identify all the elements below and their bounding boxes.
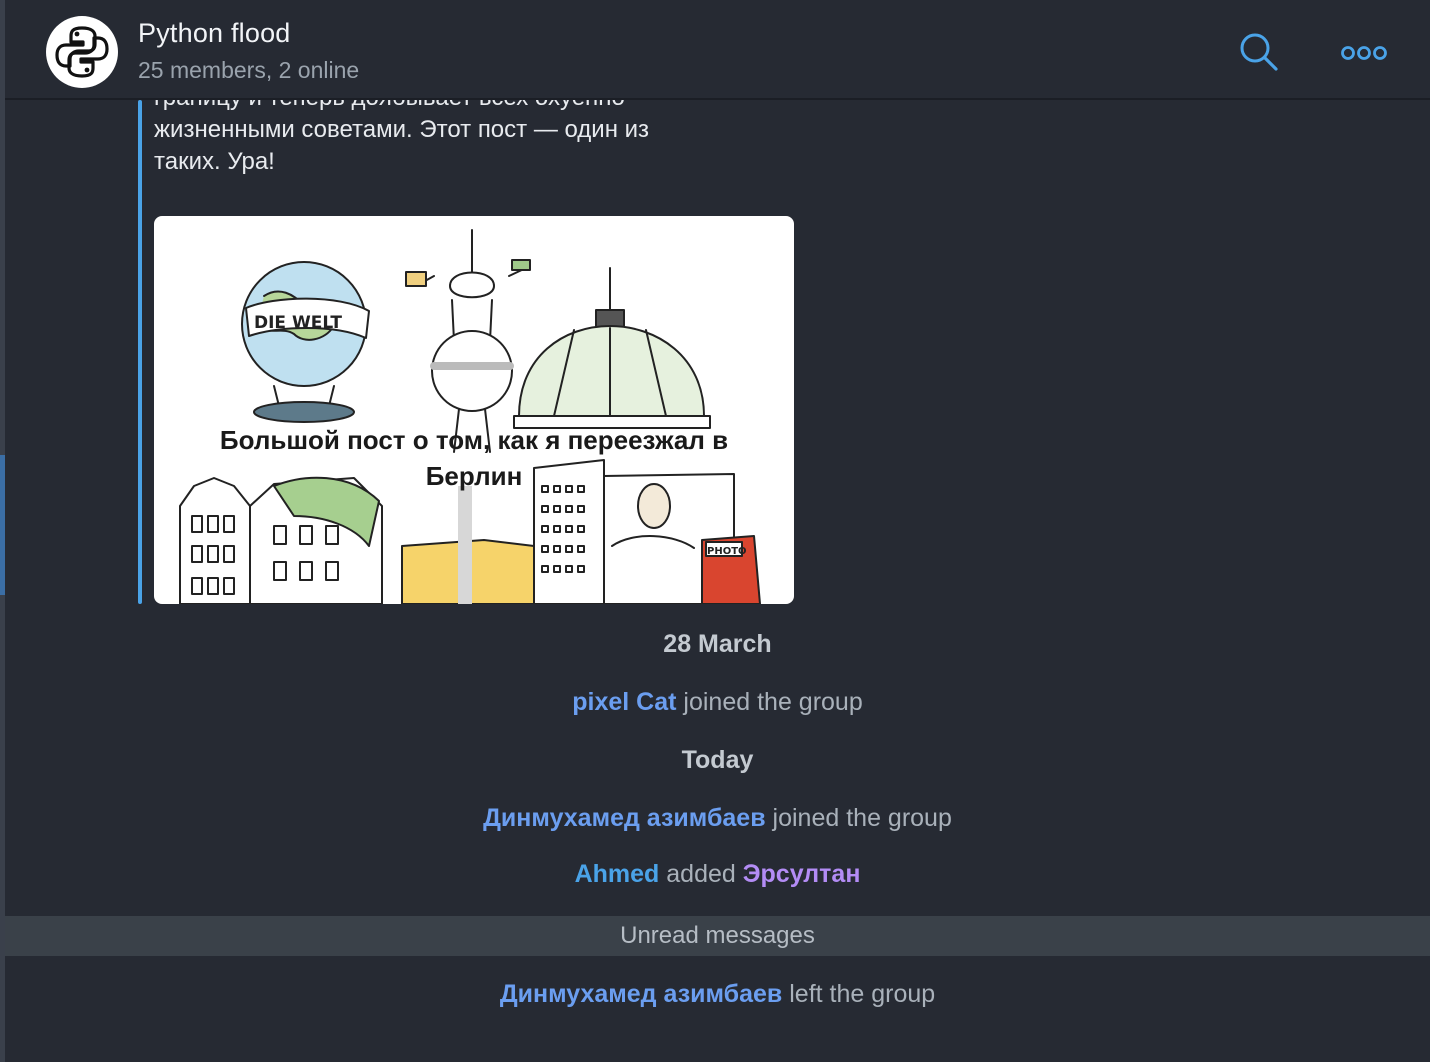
python-logo-icon xyxy=(55,26,109,78)
user-name-link[interactable]: Эрсултан xyxy=(743,860,861,888)
post-text-line: границу и теперь доябывает всех охуенно xyxy=(154,100,794,114)
post-text-line: жизненными советами. Этот пост — один из xyxy=(154,116,650,143)
service-action-text: joined the group xyxy=(683,688,863,716)
unread-messages-divider: Unread messages xyxy=(5,916,1430,956)
image-caption-line: Большой пост о том, как я переезжал в xyxy=(219,425,729,455)
chat-members-status: 25 members, 2 online xyxy=(138,57,360,83)
user-name-link[interactable]: Динмухамед азимбаев xyxy=(500,980,782,1008)
service-action-text: joined the group xyxy=(772,804,952,832)
service-message-add: Ahmed added Эрсултан xyxy=(5,860,1430,889)
service-message-left: Динмухамед азимбаев left the group xyxy=(5,980,1430,1009)
user-name-link[interactable]: Динмухамед азимбаев xyxy=(483,804,765,832)
forwarded-quote-bar xyxy=(138,100,142,604)
user-name-link[interactable]: Ahmed xyxy=(575,860,660,888)
group-avatar[interactable] xyxy=(46,16,118,88)
chat-title[interactable]: Python flood xyxy=(138,18,291,49)
search-button[interactable] xyxy=(1237,30,1281,74)
post-text-line: таких. Ура! xyxy=(154,148,275,175)
search-icon xyxy=(1240,33,1278,71)
post-image-preview[interactable]: DIE WELT PHOTO Большой пост о том, как я… xyxy=(154,216,794,604)
image-caption: Большой пост о том, как я переезжал в Бе… xyxy=(154,422,794,494)
service-action-text: left the group xyxy=(789,980,936,1008)
photo-booth-label: PHOTO xyxy=(707,546,747,557)
post-text: границу и теперь доябывает всех охуенно … xyxy=(154,100,794,178)
user-name-link[interactable]: pixel Cat xyxy=(572,688,676,716)
date-separator: 28 March xyxy=(663,630,772,658)
message-list[interactable]: границу и теперь доябывает всех охуенно … xyxy=(5,100,1430,1062)
service-action-text: added xyxy=(666,860,736,888)
service-message-join: Динмухамед азимбаев joined the group xyxy=(5,804,1430,833)
berlin-illustration: DIE WELT PHOTO xyxy=(179,229,761,604)
image-caption-line: Берлин xyxy=(425,461,523,491)
chat-header: Python flood 25 members, 2 online xyxy=(5,0,1430,100)
date-separator: Today xyxy=(681,746,754,774)
service-message-join: pixel Cat joined the group xyxy=(5,688,1430,717)
globe-label: DIE WELT xyxy=(254,313,342,333)
more-options-button[interactable] xyxy=(1339,38,1389,68)
more-icon xyxy=(1341,46,1387,60)
